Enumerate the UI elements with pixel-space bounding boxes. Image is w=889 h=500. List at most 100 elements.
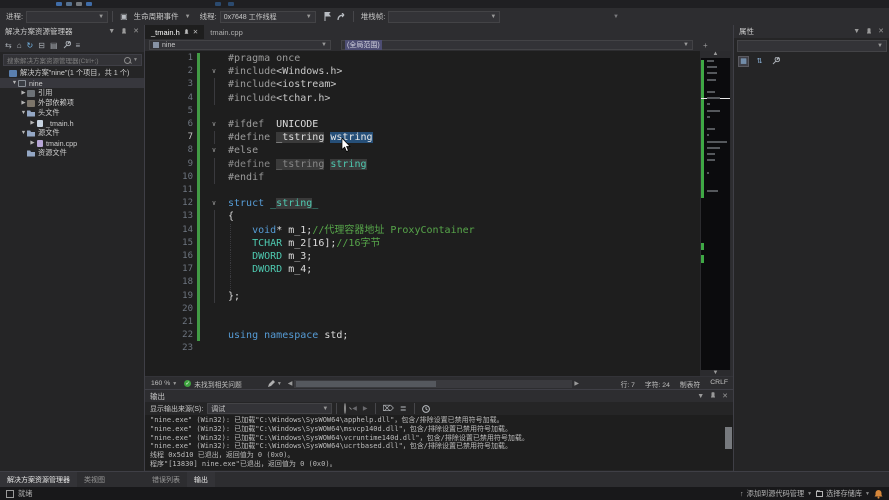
code-line[interactable]: 16 DWORD m_3; (145, 250, 700, 264)
chevron-collapsed-icon[interactable]: ▶ (20, 100, 27, 106)
code-line[interactable]: 15 TCHAR m_2[16];//16字节 (145, 236, 700, 250)
chevron-expanded-icon[interactable]: ▼ (20, 110, 27, 116)
document-health-icon[interactable]: ✓ (184, 380, 192, 387)
collapse-all-icon[interactable]: ⊟ (38, 41, 45, 50)
output-scrollbar-thumb[interactable] (725, 427, 732, 449)
flag-icon[interactable] (324, 12, 331, 21)
horizontal-scrollbar[interactable] (294, 379, 573, 388)
code-editor[interactable]: 1 #pragma once 2 ∨ #include<Windows.h> 3 #incl… (145, 51, 700, 376)
home-icon[interactable]: ⌂ (17, 41, 22, 50)
close-icon[interactable]: ✕ (193, 28, 198, 36)
code-line[interactable]: 20 (145, 303, 700, 316)
chevron-down-icon[interactable]: ▼ (853, 28, 860, 35)
code-line[interactable]: 23 (145, 342, 700, 355)
tree-item[interactable]: ▼ nine (0, 78, 144, 88)
fold-marker-icon[interactable]: ∨ (209, 118, 219, 131)
chevron-collapsed-icon[interactable]: ▶ (29, 120, 36, 126)
code-line[interactable]: 17 DWORD m_4; (145, 263, 700, 277)
thread-combo[interactable]: 0x7648 工作线程 ▼ (219, 10, 316, 23)
find-next-icon[interactable]: ▶ (363, 406, 368, 412)
chevron-expanded-icon[interactable]: ▼ (11, 80, 18, 86)
eol-indicator[interactable]: CRLF (705, 379, 733, 389)
output-dock-tab[interactable]: 错误列表 (145, 472, 187, 487)
find-message-icon[interactable] (344, 402, 347, 414)
fold-marker-icon[interactable]: ∨ (209, 65, 219, 78)
properties-object-combo[interactable]: ▼ (737, 40, 887, 52)
clock-icon[interactable] (421, 404, 430, 413)
code-line[interactable]: 14 void* m_1;//代理容器地址 ProxyContainer (145, 223, 700, 237)
scroll-up-icon[interactable]: ▲ (700, 51, 731, 57)
toolbar-overflow-icon[interactable]: ▼ (613, 14, 619, 20)
code-line[interactable]: 7 #define _tstring wstring (145, 131, 700, 145)
minimap-scrollbar[interactable]: ▲ ▼ (700, 51, 731, 376)
tree-item[interactable]: ▼ 头文件 (0, 108, 144, 118)
document-tab-_tmainh[interactable]: _tmain.h ✕ (145, 25, 205, 39)
properties-wrench-icon[interactable] (63, 41, 71, 49)
left-dock-tab[interactable]: 解决方案资源管理器 (0, 472, 77, 487)
chevron-collapsed-icon[interactable]: ▶ (29, 140, 36, 146)
project-dropdown[interactable]: nine ▼ (149, 40, 331, 50)
code-line[interactable]: 22 using namespace std; (145, 329, 700, 342)
chevron-expanded-icon[interactable]: ▼ (20, 130, 27, 136)
alphabetical-icon[interactable]: ⇅ (754, 56, 765, 67)
tree-item[interactable]: ▶ 引用 (0, 88, 144, 98)
fold-marker-icon[interactable]: ∨ (209, 197, 219, 210)
preview-icon[interactable]: ≡ (76, 41, 81, 50)
document-tab-tmaincpp[interactable]: tmain.cpp (204, 25, 249, 39)
chevron-down-icon[interactable]: ▼ (697, 393, 704, 400)
output-source-combo[interactable]: 调试 ▼ (207, 403, 333, 414)
find-previous-icon[interactable]: ◀ (352, 406, 357, 412)
chevron-down-icon[interactable]: ▼ (172, 381, 177, 387)
code-line[interactable]: 18 (145, 276, 700, 290)
code-line[interactable]: 12 ∨ struct _string_ (145, 197, 700, 210)
process-combo[interactable]: ▼ (26, 10, 109, 23)
left-dock-tab[interactable]: 类视图 (77, 472, 112, 487)
chevron-down-icon[interactable]: ▼ (277, 381, 282, 387)
select-repository-button[interactable]: 选择存储库 ▼ (816, 489, 870, 499)
code-line[interactable]: 11 (145, 184, 700, 197)
show-next-statement-icon[interactable] (337, 12, 346, 21)
chevron-down-icon[interactable]: ▼ (133, 57, 138, 63)
sync-icon[interactable]: ↻ (27, 41, 34, 50)
tree-item[interactable]: ▶ tmain.cpp (0, 138, 144, 148)
pencil-icon[interactable] (267, 380, 275, 387)
code-line[interactable]: 19}; (145, 289, 700, 303)
fold-marker-icon[interactable]: ∨ (209, 144, 219, 157)
close-icon[interactable]: ✕ (133, 28, 139, 35)
output-log[interactable]: "nine.exe" (Win32): 已加载"C:\Windows\SysWO… (145, 415, 733, 470)
solution-explorer-search[interactable]: 搜索解决方案资源管理器(Ctrl+;) ▼ (3, 54, 142, 66)
code-line[interactable]: 3 #include<iostream> (145, 78, 700, 92)
code-line[interactable]: 5 (145, 105, 700, 118)
scroll-right-icon[interactable]: ▶ (574, 380, 579, 387)
lifecycle-events-button[interactable]: 生命周期事件 (134, 11, 179, 22)
code-line[interactable]: 9 #define _tstring string (145, 157, 700, 171)
pin-icon[interactable] (121, 27, 127, 36)
search-icon[interactable] (124, 56, 132, 64)
code-line[interactable]: 1 #pragma once (145, 52, 700, 65)
categorized-icon[interactable]: ▦ (738, 55, 749, 67)
switch-views-icon[interactable]: ⇆ (5, 41, 12, 50)
line-indicator[interactable]: 行: 7 (616, 379, 640, 389)
show-all-files-icon[interactable]: ▤ (50, 41, 58, 50)
tree-item[interactable]: 解决方案"nine"(1 个项目，共 1 个) (0, 68, 144, 78)
column-indicator[interactable]: 字符: 24 (640, 379, 675, 389)
notification-bell-icon[interactable] (874, 489, 883, 499)
close-icon[interactable]: ✕ (878, 28, 884, 35)
indent-mode-indicator[interactable]: 制表符 (675, 379, 705, 389)
stack-frame-combo[interactable]: ▼ (388, 10, 501, 23)
chevron-collapsed-icon[interactable]: ▶ (20, 90, 27, 96)
tree-item[interactable]: ▼ 源文件 (0, 128, 144, 138)
tree-item[interactable]: ▶ _tmain.h (0, 118, 144, 128)
zoom-level[interactable]: 160 % (151, 380, 170, 387)
close-icon[interactable]: ✕ (722, 393, 728, 400)
chevron-down-icon[interactable]: ▼ (108, 28, 115, 35)
output-dock-tab[interactable]: 输出 (187, 472, 215, 487)
tree-item[interactable]: 资源文件 (0, 148, 144, 158)
pin-icon[interactable] (184, 28, 189, 36)
chevron-down-icon[interactable]: ▼ (185, 14, 191, 20)
property-pages-wrench-icon[interactable] (770, 56, 781, 67)
tree-item[interactable]: ▶ 外部依赖项 (0, 98, 144, 108)
word-wrap-icon[interactable]: ≣ (400, 404, 407, 413)
scroll-left-icon[interactable]: ◀ (288, 380, 293, 387)
code-line[interactable]: 2 ∨ #include<Windows.h> (145, 65, 700, 78)
